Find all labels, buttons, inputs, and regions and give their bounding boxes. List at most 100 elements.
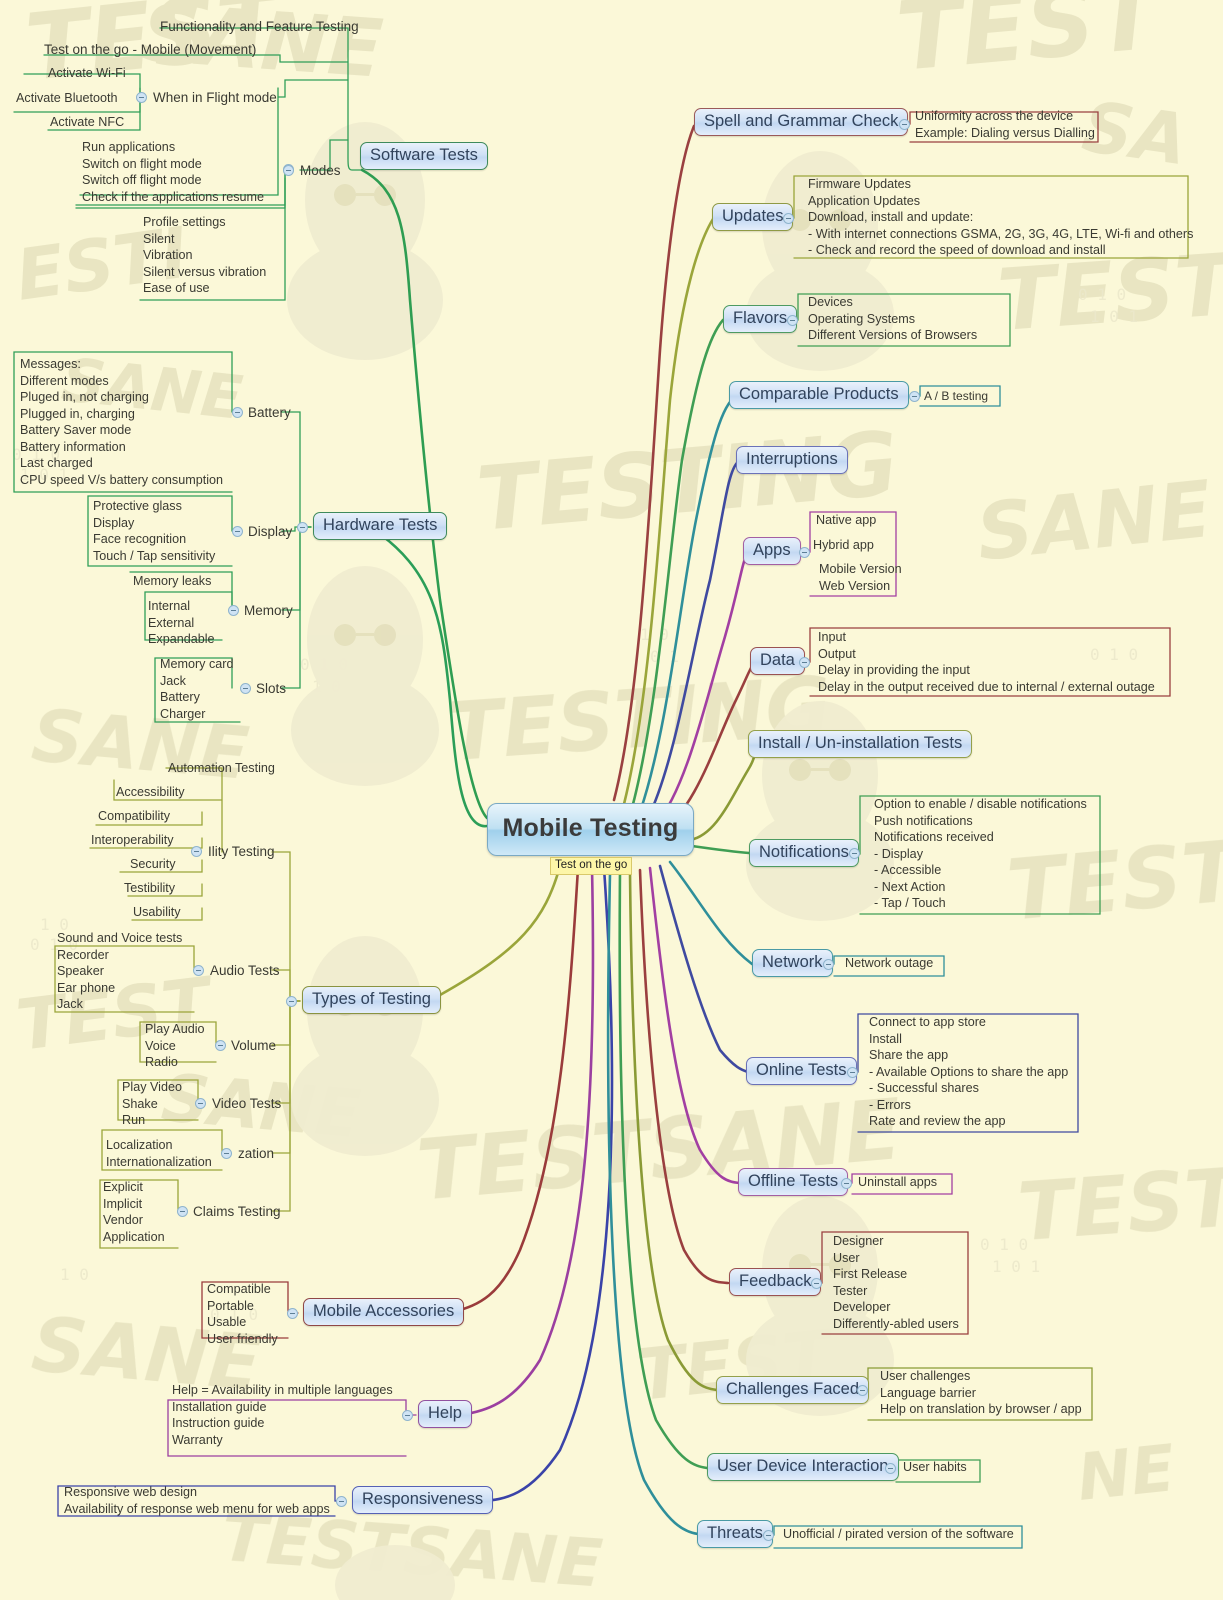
subtopic-activate-wifi[interactable]: Activate Wi-Fi [48, 65, 126, 82]
collapse-handle-responsiveness[interactable] [336, 1496, 347, 1507]
collapse-handle-modes[interactable] [283, 165, 294, 176]
subtopic-volume[interactable]: Volume [231, 1037, 276, 1054]
help-items[interactable]: Help = Availability in multiple language… [172, 1382, 393, 1448]
topic-apps[interactable]: Apps [743, 537, 801, 566]
collapse-handle-flavors[interactable] [787, 315, 798, 326]
collapse-handle-data[interactable] [799, 657, 810, 668]
memory-item-leaks[interactable]: Memory leaks [133, 573, 211, 590]
audio-items[interactable]: Sound and Voice tests Recorder Speaker E… [57, 930, 182, 1013]
collapse-handle-online-tests[interactable] [847, 1067, 858, 1078]
apps-items-versions[interactable]: Mobile Version Web Version [819, 561, 902, 594]
topic-user-device-interaction[interactable]: User Device Interaction [707, 1453, 899, 1482]
network-item-outage[interactable]: Network outage [845, 955, 933, 972]
ility-item-accessibility[interactable]: Accessibility [116, 784, 185, 801]
collapse-handle-audio-tests[interactable] [193, 965, 204, 976]
subtopic-memory[interactable]: Memory [244, 602, 293, 619]
ility-item-testibility[interactable]: Testibility [124, 880, 175, 897]
collapse-handle-flight-mode[interactable] [136, 92, 147, 103]
topic-spell-and-grammar-check[interactable]: Spell and Grammar Check [694, 108, 909, 137]
topic-install-uninstallation-tests[interactable]: Install / Un-installation Tests [748, 730, 973, 759]
subtopic-display[interactable]: Display [248, 523, 292, 540]
topic-types-of-testing[interactable]: Types of Testing [302, 986, 441, 1015]
updates-items[interactable]: Firmware Updates Application Updates Dow… [808, 176, 1193, 259]
collapse-handle-challenges-faced[interactable] [857, 1385, 868, 1396]
topic-updates[interactable]: Updates [712, 203, 794, 232]
battery-items[interactable]: Messages: Different modes Pluged in, not… [20, 356, 223, 488]
collapse-handle-feedback[interactable] [811, 1278, 822, 1289]
topic-interruptions[interactable]: Interruptions [736, 446, 848, 475]
collapse-handle-help[interactable] [402, 1410, 413, 1421]
collapse-handle-ility-testing[interactable] [191, 846, 202, 857]
responsiveness-items[interactable]: Responsive web design Availability of re… [64, 1484, 330, 1517]
subtopic-battery[interactable]: Battery [248, 404, 291, 421]
collapse-handle-memory[interactable] [228, 605, 239, 616]
collapse-handle-notifications[interactable] [849, 848, 860, 859]
collapse-handle-updates[interactable] [783, 213, 794, 224]
ility-item-compatibility[interactable]: Compatibility [98, 808, 170, 825]
collapse-handle-types-of-testing[interactable] [286, 996, 297, 1007]
notifications-items[interactable]: Option to enable / disable notifications… [874, 796, 1087, 912]
topic-mobile-accessories[interactable]: Mobile Accessories [303, 1298, 465, 1327]
comparable-products-item[interactable]: A / B testing [924, 388, 988, 404]
collapse-handle-battery[interactable] [232, 407, 243, 418]
collapse-handle-spell-grammar[interactable] [899, 119, 910, 130]
subtopic-video-tests[interactable]: Video Tests [212, 1095, 281, 1112]
online-tests-items[interactable]: Connect to app store Install Share the a… [869, 1014, 1068, 1130]
topic-threats[interactable]: Threats [697, 1520, 773, 1549]
topic-comparable-products[interactable]: Comparable Products [729, 381, 909, 410]
offline-tests-item-uninstall[interactable]: Uninstall apps [858, 1174, 937, 1191]
subtopic-audio-tests[interactable]: Audio Tests [210, 962, 280, 979]
topic-data[interactable]: Data [750, 647, 805, 676]
collapse-handle-network[interactable] [823, 959, 834, 970]
subtopic-slots[interactable]: Slots [256, 680, 286, 697]
topic-challenges-faced[interactable]: Challenges Faced [716, 1376, 869, 1405]
mobile-accessories-items[interactable]: Compatible Portable Usable User friendly [207, 1281, 278, 1347]
ility-item-interoperability[interactable]: Interoperability [91, 832, 174, 849]
memory-items[interactable]: Internal External Expandable [148, 598, 215, 648]
topic-help[interactable]: Help [418, 1400, 472, 1429]
subtopic-zation[interactable]: zation [238, 1145, 274, 1162]
collapse-handle-hardware-tests[interactable] [297, 522, 308, 533]
volume-items[interactable]: Play Audio Voice Radio [145, 1021, 205, 1071]
challenges-items[interactable]: User challenges Language barrier Help on… [880, 1368, 1082, 1418]
apps-item-hybrid[interactable]: Hybrid app [813, 537, 874, 554]
slots-items[interactable]: Memory card Jack Battery Charger [160, 656, 233, 722]
subtopic-functionality-feature-testing[interactable]: Functionality and Feature Testing [160, 18, 359, 35]
subtopic-when-in-flight-mode[interactable]: When in Flight mode [153, 89, 277, 106]
topic-notifications[interactable]: Notifications [749, 839, 859, 868]
central-topic-mobile-testing[interactable]: Mobile Testing [487, 803, 694, 856]
claims-items[interactable]: Explicit Implicit Vendor Application [103, 1179, 165, 1245]
collapse-handle-zation[interactable] [221, 1148, 232, 1159]
subtopic-claims-testing[interactable]: Claims Testing [193, 1203, 281, 1220]
topic-responsiveness[interactable]: Responsiveness [352, 1486, 494, 1515]
subtopic-activate-bluetooth[interactable]: Activate Bluetooth [16, 90, 118, 107]
topic-feedback[interactable]: Feedback [729, 1268, 822, 1297]
display-items[interactable]: Protective glass Display Face recognitio… [93, 498, 215, 564]
ility-item-usability[interactable]: Usability [133, 904, 181, 921]
subtopic-activate-nfc[interactable]: Activate NFC [50, 114, 124, 131]
subtopic-ility-testing[interactable]: Ility Testing [208, 843, 275, 860]
ility-item-automation[interactable]: Automation Testing [168, 760, 275, 777]
topic-flavors[interactable]: Flavors [723, 305, 798, 334]
collapse-handle-offline-tests[interactable] [841, 1178, 852, 1189]
user-device-interaction-item[interactable]: User habits [903, 1459, 967, 1476]
threats-item[interactable]: Unofficial / pirated version of the soft… [783, 1526, 1014, 1543]
collapse-handle-comparable-products[interactable] [909, 391, 920, 402]
video-items[interactable]: Play Video Shake Run [122, 1079, 182, 1129]
collapse-handle-threats[interactable] [763, 1530, 774, 1541]
collapse-handle-user-device-interaction[interactable] [885, 1463, 896, 1474]
subtopic-test-on-the-go-mobile[interactable]: Test on the go - Mobile (Movement) [44, 41, 256, 58]
spell-grammar-items[interactable]: Uniformity across the device Example: Di… [915, 108, 1095, 141]
collapse-handle-volume[interactable] [215, 1040, 226, 1051]
ility-item-security[interactable]: Security [130, 856, 176, 873]
topic-online-tests[interactable]: Online Tests [746, 1057, 857, 1086]
apps-item-native[interactable]: Native app [816, 512, 876, 529]
topic-network[interactable]: Network [752, 949, 833, 978]
zation-items[interactable]: Localization Internationalization [106, 1137, 212, 1170]
flavors-items[interactable]: Devices Operating Systems Different Vers… [808, 294, 977, 344]
collapse-handle-mobile-accessories[interactable] [287, 1308, 298, 1319]
topic-hardware-tests[interactable]: Hardware Tests [313, 512, 448, 541]
collapse-handle-display[interactable] [232, 526, 243, 537]
feedback-items[interactable]: Designer User First Release Tester Devel… [833, 1233, 959, 1332]
collapse-handle-apps[interactable] [799, 547, 810, 558]
